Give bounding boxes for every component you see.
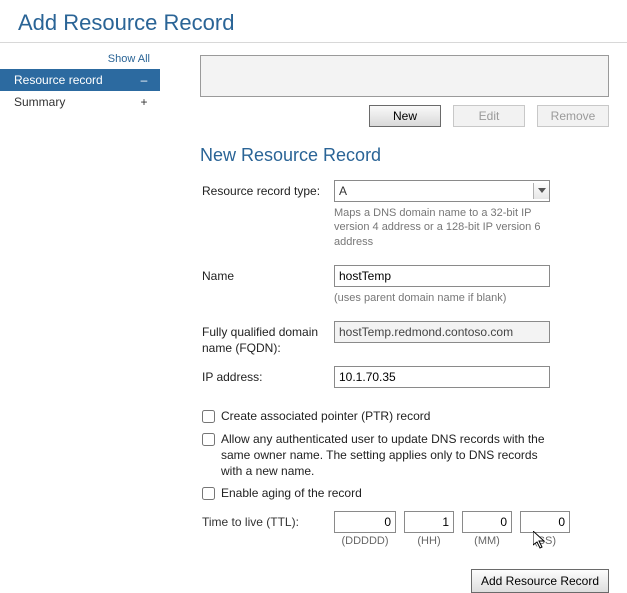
ttl-seconds-field[interactable] xyxy=(520,511,570,533)
type-label: Resource record type: xyxy=(202,180,334,198)
collapse-icon: – xyxy=(138,73,150,87)
sidebar-item-label: Summary xyxy=(14,95,65,109)
auth-checkbox[interactable] xyxy=(202,433,215,446)
fqdn-label: Fully qualified domain name (FQDN): xyxy=(202,321,334,356)
add-resource-record-button[interactable]: Add Resource Record xyxy=(471,569,609,593)
edit-button: Edit xyxy=(453,105,525,127)
ttl-seconds-caption: (SS) xyxy=(520,535,570,547)
auth-checkbox-label: Allow any authenticated user to update D… xyxy=(221,431,551,480)
ttl-minutes-caption: (MM) xyxy=(462,535,512,547)
name-label: Name xyxy=(202,265,334,283)
remove-button: Remove xyxy=(537,105,609,127)
record-listbox[interactable] xyxy=(200,55,609,97)
ttl-days-field[interactable] xyxy=(334,511,396,533)
ip-field[interactable] xyxy=(334,366,550,388)
sidebar-item-label: Resource record xyxy=(14,73,103,87)
new-button[interactable]: New xyxy=(369,105,441,127)
page-title: Add Resource Record xyxy=(0,0,627,43)
ttl-label: Time to live (TTL): xyxy=(202,515,334,529)
ptr-checkbox-label: Create associated pointer (PTR) record xyxy=(221,408,430,424)
ptr-checkbox[interactable] xyxy=(202,410,215,423)
sidebar: Show All Resource record – Summary + xyxy=(0,47,160,593)
type-hint: Maps a DNS domain name to a 32-bit IP ve… xyxy=(334,206,550,249)
fqdn-field xyxy=(334,321,550,343)
ttl-days-caption: (DDDDD) xyxy=(334,535,396,547)
sidebar-item-summary[interactable]: Summary + xyxy=(0,91,160,113)
ttl-minutes-field[interactable] xyxy=(462,511,512,533)
show-all-link[interactable]: Show All xyxy=(0,51,160,69)
name-hint: (uses parent domain name if blank) xyxy=(334,291,550,305)
type-select[interactable]: A xyxy=(334,180,550,202)
sidebar-item-resource-record[interactable]: Resource record – xyxy=(0,69,160,91)
ip-label: IP address: xyxy=(202,366,334,384)
expand-icon: + xyxy=(138,95,150,109)
section-title: New Resource Record xyxy=(200,145,609,166)
type-value: A xyxy=(339,184,533,198)
name-field[interactable] xyxy=(334,265,550,287)
ttl-hours-field[interactable] xyxy=(404,511,454,533)
ttl-hours-caption: (HH) xyxy=(404,535,454,547)
aging-checkbox[interactable] xyxy=(202,487,215,500)
chevron-down-icon xyxy=(533,183,549,199)
aging-checkbox-label: Enable aging of the record xyxy=(221,485,362,501)
